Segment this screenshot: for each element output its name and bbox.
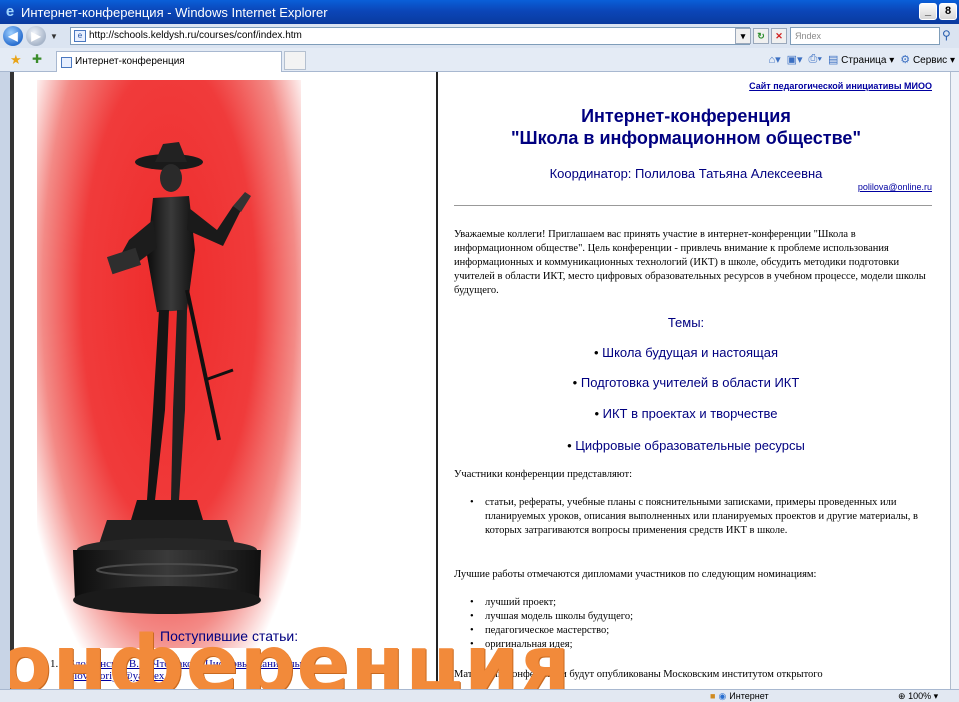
coordinator-text: Координатор: Полилова Татьяна Алексеевна bbox=[549, 166, 823, 181]
list-item: статьи, рефераты, учебные планы с поясни… bbox=[470, 496, 920, 538]
theme-item: Подготовка учителей в области ИКТ bbox=[440, 375, 932, 390]
tab-active[interactable]: Интернет-конференция bbox=[56, 51, 282, 72]
globe-icon: ◉ bbox=[718, 691, 727, 701]
lock-icon: ■ bbox=[710, 691, 716, 701]
forward-button[interactable]: ▶ bbox=[26, 26, 46, 46]
coordinator-email-link[interactable]: polilova@online.ru bbox=[858, 182, 932, 192]
page-menu[interactable]: ▤ Страница ▾ bbox=[828, 53, 894, 66]
command-bar: ⌂▾ ▣▾ ⎙▾ ▤ Страница ▾ ⚙ Сервис ▾ bbox=[768, 53, 955, 66]
window-title: Интернет-конференция - Windows Internet … bbox=[21, 4, 328, 20]
print-icon[interactable]: ⎙▾ bbox=[809, 53, 822, 66]
zoom-icon: ⊕ bbox=[898, 691, 906, 701]
back-button[interactable]: ◀ bbox=[3, 26, 23, 46]
add-favorites-icon[interactable]: ✚ bbox=[32, 52, 42, 66]
theme-item: Цифровые образовательные ресурсы bbox=[440, 438, 932, 453]
page-icon: e bbox=[74, 30, 86, 42]
search-icon[interactable]: ⚲ bbox=[942, 28, 951, 42]
participants-intro: Участники конференции представляют: bbox=[454, 469, 632, 480]
ie-logo-icon: e bbox=[5, 3, 15, 20]
overlay-word: онференция bbox=[10, 620, 571, 689]
title-line-1: Интернет-конференция bbox=[581, 106, 791, 126]
new-tab-button[interactable] bbox=[284, 51, 306, 70]
address-input[interactable]: e http://schools.keldysh.ru/courses/conf… bbox=[70, 27, 750, 45]
refresh-button[interactable]: ↻ bbox=[753, 28, 769, 44]
don-quixote-photo bbox=[37, 80, 301, 648]
right-frame: Сайт педагогической инициативы МИОО Инте… bbox=[440, 72, 950, 689]
tools-menu[interactable]: ⚙ Сервис ▾ bbox=[900, 53, 955, 66]
intro-paragraph: Уважаемые коллеги! Приглашаем вас принят… bbox=[454, 229, 926, 296]
minimize-button[interactable]: _ bbox=[919, 3, 937, 20]
tab-label: Интернет-конференция bbox=[75, 56, 185, 67]
miio-site-link[interactable]: Сайт педагогической инициативы МИОО bbox=[749, 81, 932, 91]
maximize-button[interactable]: 8 bbox=[939, 3, 957, 20]
participants-list: статьи, рефераты, учебные планы с поясни… bbox=[470, 496, 920, 538]
page-viewport: Поступившие статьи: 1. Блощинская В.О. Ч… bbox=[10, 72, 950, 689]
title-line-2: "Школа в информационном обществе" bbox=[511, 128, 861, 148]
feeds-icon[interactable]: ▣▾ bbox=[787, 53, 803, 66]
theme-item: Школа будущая и настоящая bbox=[440, 345, 932, 360]
status-bar: ■ ◉ Интернет ⊕ 100% ▾ bbox=[0, 689, 959, 702]
divider bbox=[454, 205, 932, 206]
list-item: лучший проект; bbox=[470, 596, 633, 610]
window-title-bar: e Интернет-конференция - Windows Interne… bbox=[0, 0, 959, 24]
frame-border bbox=[10, 72, 14, 689]
theme-item: ИКТ в проектах и творчестве bbox=[440, 406, 932, 421]
zoom-level: 100% bbox=[908, 691, 932, 701]
conference-title: Интернет-конференция "Школа в информацио… bbox=[440, 105, 932, 149]
best-works-intro: Лучшие работы отмечаются дипломами участ… bbox=[454, 569, 817, 580]
tab-bar: ★ ✚ Интернет-конференция ⌂▾ ▣▾ ⎙▾ ▤ Стра… bbox=[0, 48, 959, 72]
security-zone: ■ ◉ Интернет bbox=[710, 690, 769, 702]
scrollbar[interactable] bbox=[950, 72, 959, 689]
tab-page-icon bbox=[61, 57, 72, 68]
history-dropdown-icon[interactable]: ▼ bbox=[50, 32, 58, 41]
address-toolbar: ◀ ▶ ▼ e http://schools.keldysh.ru/course… bbox=[0, 24, 959, 48]
themes-title: Темы: bbox=[667, 315, 705, 330]
address-dropdown-button[interactable]: ▾ bbox=[735, 28, 751, 44]
address-text: http://schools.keldysh.ru/courses/conf/i… bbox=[89, 30, 302, 41]
home-icon[interactable]: ⌂▾ bbox=[768, 53, 780, 66]
zoom-control[interactable]: ⊕ 100% ▾ bbox=[898, 690, 938, 702]
stop-button[interactable]: ✕ bbox=[771, 28, 787, 44]
search-input[interactable]: Яndex bbox=[790, 27, 940, 45]
favorites-star-icon[interactable]: ★ bbox=[10, 52, 22, 68]
zone-label: Интернет bbox=[729, 691, 769, 701]
left-frame: Поступившие статьи: 1. Блощинская В.О. Ч… bbox=[10, 72, 438, 689]
